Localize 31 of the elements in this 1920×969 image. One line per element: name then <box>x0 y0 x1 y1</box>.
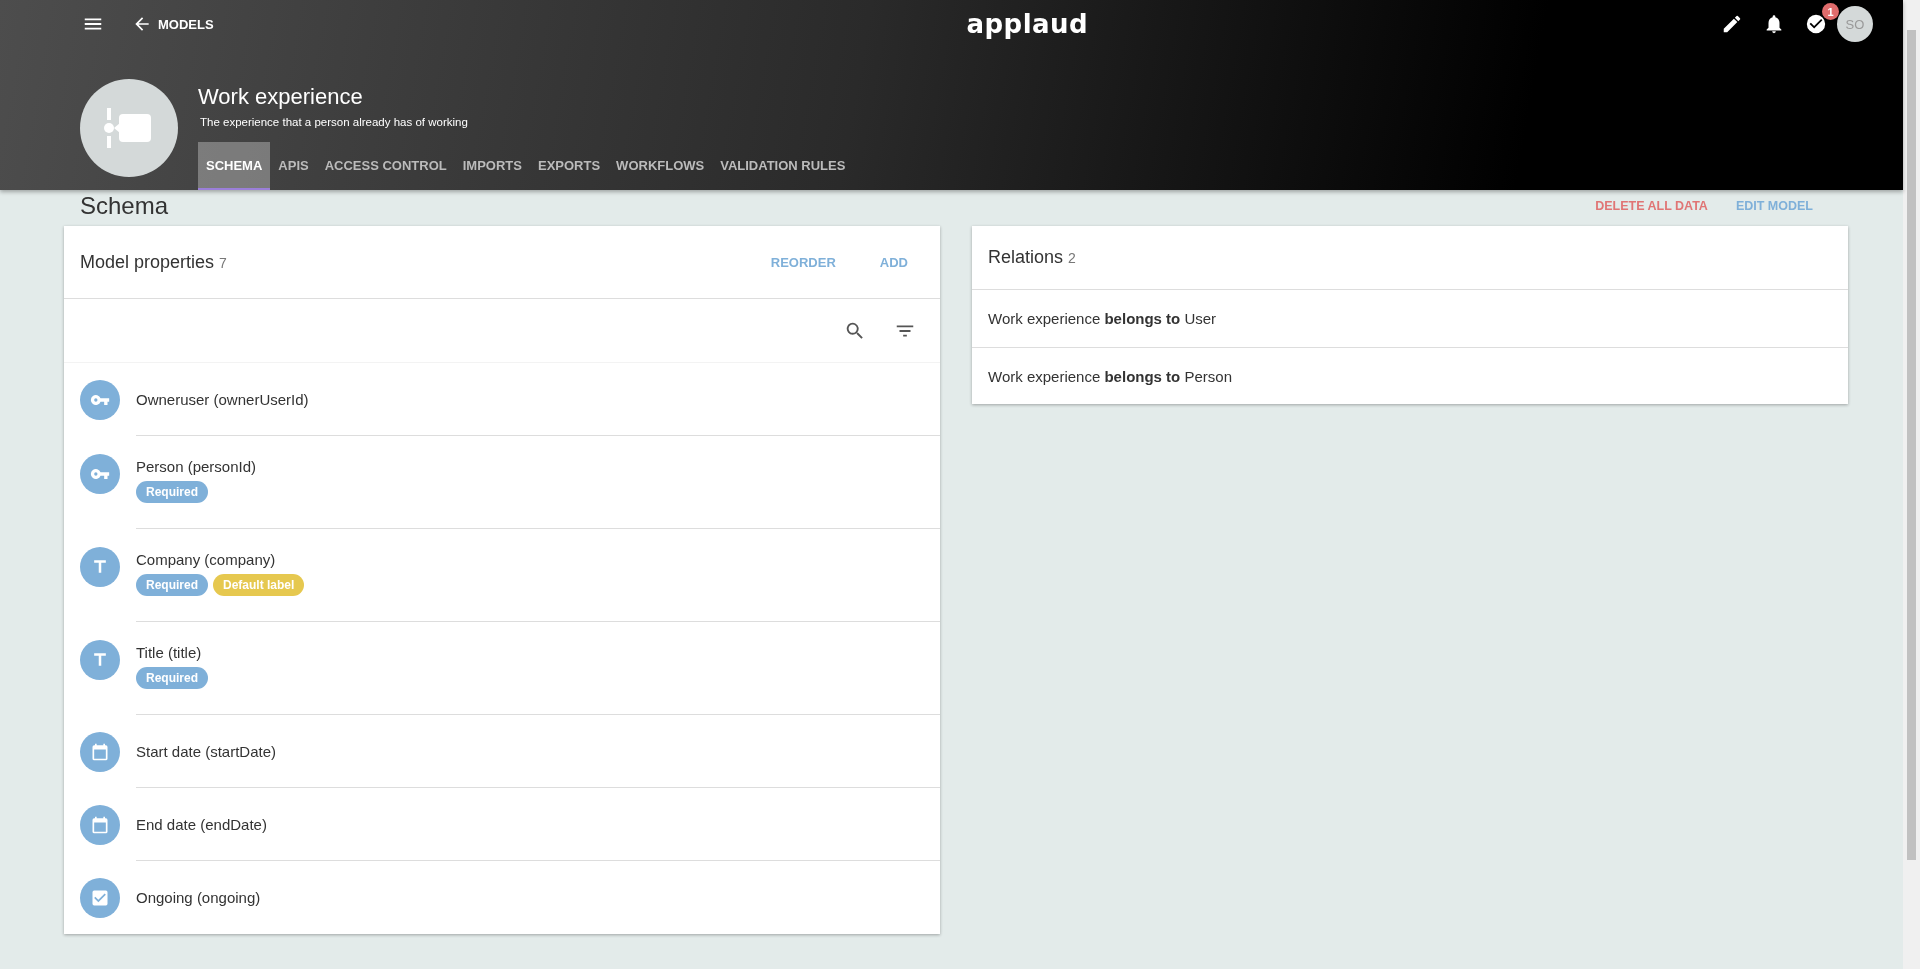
card-title: Model properties 7 <box>80 251 227 273</box>
calendar-icon <box>90 814 110 835</box>
card-title: Relations 2 <box>988 247 1076 268</box>
tab[interactable]: IMPORTS <box>454 142 530 190</box>
section-title: Schema <box>80 192 169 220</box>
property-tag: Default label <box>213 574 305 596</box>
property-tag: Required <box>136 481 208 503</box>
relation-item[interactable]: Work experience belongs to Person <box>972 347 1848 404</box>
tab[interactable]: VALIDATION RULES <box>712 142 854 190</box>
tab[interactable]: SCHEMA <box>198 142 271 190</box>
logo: applaud <box>966 9 1089 39</box>
tab[interactable]: WORKFLOWS <box>608 142 713 190</box>
tab[interactable]: ACCESS CONTROL <box>316 142 455 190</box>
tab[interactable]: EXPORTS <box>530 142 609 190</box>
relation-item[interactable]: Work experience belongs to User <box>972 290 1848 347</box>
property-name[interactable]: Owneruser (ownerUserId) <box>136 390 940 408</box>
tab[interactable]: APIS <box>270 142 317 190</box>
property-name[interactable]: Ongoing (ongoing) <box>136 889 940 906</box>
property-name[interactable]: End date (endDate) <box>136 815 940 833</box>
property-name[interactable]: Company (company) <box>136 551 940 568</box>
property-name[interactable]: Title (title) <box>136 644 940 661</box>
notification-badge: 1 <box>1822 3 1839 20</box>
property-tag: Required <box>136 574 208 596</box>
property-tag: Required <box>136 667 208 689</box>
property-name[interactable]: Person (personId) <box>136 458 940 475</box>
calendar-icon <box>90 741 110 762</box>
property-name[interactable]: Start date (startDate) <box>136 742 940 760</box>
model-description: The experience that a person already has of working <box>200 116 469 128</box>
model-title: Work experience <box>198 84 364 110</box>
back-link[interactable]: MODELS <box>132 14 214 34</box>
scrollbar-thumb[interactable] <box>1907 30 1916 860</box>
